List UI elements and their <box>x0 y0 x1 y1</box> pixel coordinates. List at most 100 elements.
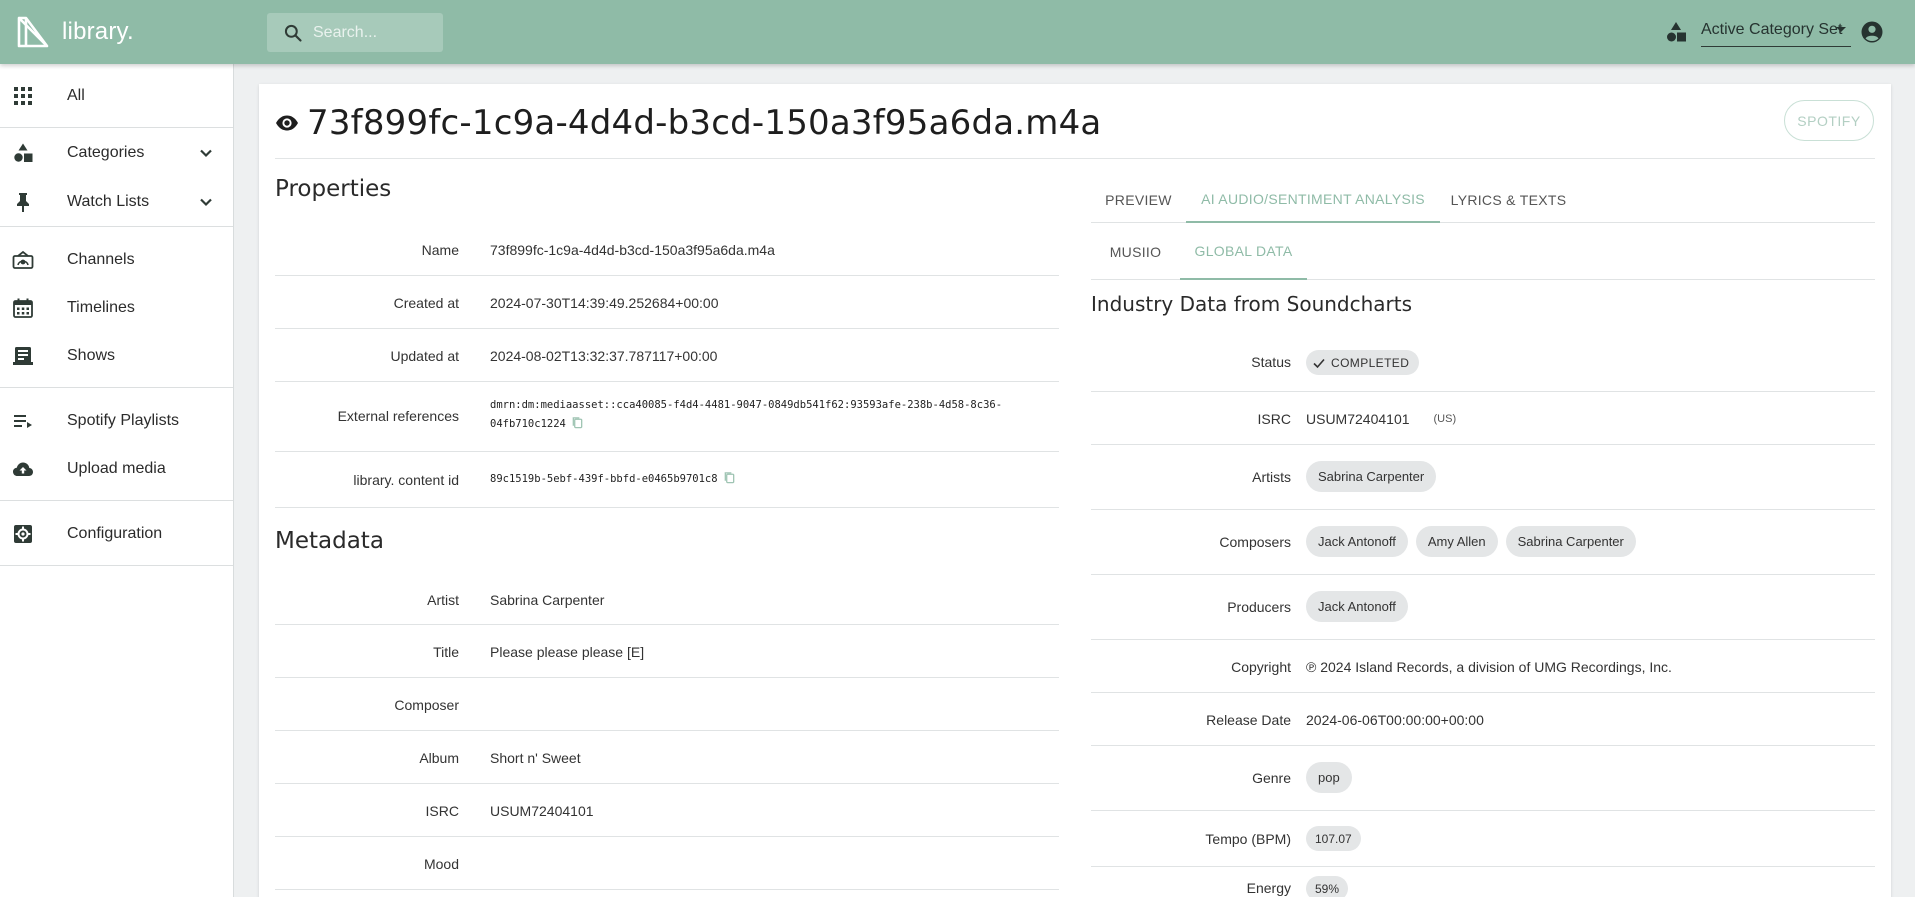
sidebar-divider <box>0 565 233 566</box>
property-row-external-references: External references dmrn:dm:mediaasset::… <box>275 382 1059 452</box>
search-box[interactable] <box>267 13 443 52</box>
industry-label: Artists <box>1252 469 1291 485</box>
sidebar-item-label: Channels <box>67 251 135 268</box>
industry-label: Tempo (BPM) <box>1205 831 1291 847</box>
industry-value: pop <box>1306 762 1360 793</box>
spotify-button[interactable]: SPOTIFY <box>1784 100 1874 141</box>
industry-label: Energy <box>1246 880 1291 896</box>
industry-value: COMPLETED <box>1306 350 1420 375</box>
copy-icon[interactable] <box>723 471 736 484</box>
sidebar-item-label: Watch Lists <box>67 193 150 210</box>
status-badge: COMPLETED <box>1306 350 1420 375</box>
sidebar-item-shows[interactable]: Shows <box>0 341 233 371</box>
metadata-row-isrc: ISRC USUM72404101 <box>275 784 1059 837</box>
composer-chip[interactable]: Sabrina Carpenter <box>1505 526 1636 557</box>
isrc-country: (US) <box>1433 413 1457 425</box>
industry-value: 59% <box>1306 876 1356 897</box>
sidebar-item-watch-lists[interactable]: Watch Lists <box>0 187 233 217</box>
chevron-down-icon[interactable] <box>198 145 214 161</box>
tempo-chip: 107.07 <box>1306 826 1361 851</box>
sidebar-item-configuration[interactable]: Configuration <box>0 519 233 549</box>
producer-chip[interactable]: Jack Antonoff <box>1306 591 1408 622</box>
logo[interactable]: library. <box>16 14 134 50</box>
industry-label: Status <box>1251 354 1291 370</box>
metadata-row-mood: Mood <box>275 837 1059 890</box>
external-reference-value: dmrn:dm:mediaasset::cca40085-f4d4-4481-9… <box>490 396 1002 434</box>
industry-value: ℗ 2024 Island Records, a division of UMG… <box>1306 659 1672 675</box>
channels-icon <box>12 249 34 271</box>
industry-label: Composers <box>1219 534 1291 550</box>
properties-heading: Properties <box>275 176 392 202</box>
metadata-heading: Metadata <box>275 528 384 554</box>
property-value: 73f899fc-1c9a-4d4d-b3cd-150a3f95a6da.m4a <box>490 242 775 258</box>
metadata-label: Composer <box>394 697 459 713</box>
industry-row-artists: Artists Sabrina Carpenter <box>1091 445 1875 510</box>
sidebar-item-label: Timelines <box>67 299 135 316</box>
industry-label: Producers <box>1227 599 1291 615</box>
sidebar-item-label: Configuration <box>67 525 163 542</box>
metadata-row-album: Album Short n' Sweet <box>275 731 1059 784</box>
property-label: Created at <box>393 295 459 311</box>
calendar-icon <box>12 297 34 319</box>
metadata-row-artist: Artist Sabrina Carpenter <box>275 572 1059 625</box>
eye-icon[interactable] <box>275 111 299 135</box>
category-shapes-icon[interactable] <box>1664 20 1688 44</box>
external-reference-line: 04fb710c1224 <box>490 415 1002 434</box>
industry-label: Release Date <box>1206 712 1291 728</box>
property-value: 2024-08-02T13:32:37.787117+00:00 <box>490 348 718 364</box>
industry-value: Jack Antonoff Amy Allen Sabrina Carpente… <box>1306 526 1644 557</box>
asset-detail-card: 73f899fc-1c9a-4d4d-b3cd-150a3f95a6da.m4a… <box>259 84 1891 897</box>
sidebar-divider <box>0 127 233 128</box>
cloud-upload-icon <box>12 458 34 480</box>
sidebar-item-label: Shows <box>67 347 116 364</box>
artist-chip[interactable]: Sabrina Carpenter <box>1306 461 1437 492</box>
energy-chip: 59% <box>1306 876 1349 897</box>
analysis-tabs: PREVIEW AI AUDIO/SENTIMENT ANALYSIS LYRI… <box>1091 176 1875 223</box>
chevron-down-icon[interactable] <box>198 194 214 210</box>
tab-ai-audio-sentiment-analysis[interactable]: AI AUDIO/SENTIMENT ANALYSIS <box>1186 176 1440 223</box>
industry-row-copyright: Copyright ℗ 2024 Island Records, a divis… <box>1091 640 1875 693</box>
composer-chip[interactable]: Jack Antonoff <box>1306 526 1408 557</box>
property-label: External references <box>337 408 459 424</box>
sidebar-item-all[interactable]: All <box>0 82 233 110</box>
metadata-label: Artist <box>427 592 459 608</box>
data-source-subtabs: MUSIIO GLOBAL DATA <box>1091 223 1875 280</box>
logo-text: library. <box>62 18 134 45</box>
account-icon[interactable] <box>1860 20 1884 44</box>
industry-value: 2024-06-06T00:00:00+00:00 <box>1306 712 1484 728</box>
property-row-content-id: library. content id 89c1519b-5ebf-439f-b… <box>275 452 1059 508</box>
genre-chip[interactable]: pop <box>1306 762 1352 793</box>
sidebar-item-spotify-playlists[interactable]: Spotify Playlists <box>0 406 233 436</box>
tab-global-data[interactable]: GLOBAL DATA <box>1180 223 1307 280</box>
chevron-down-icon[interactable] <box>1836 27 1846 32</box>
tab-lyrics-texts[interactable]: LYRICS & TEXTS <box>1440 176 1577 223</box>
metadata-row-title: Title Please please please [E] <box>275 625 1059 678</box>
metadata-label: Album <box>419 750 459 766</box>
tab-musiio[interactable]: MUSIIO <box>1091 223 1180 280</box>
metadata-row-composer: Composer <box>275 678 1059 731</box>
property-label: Name <box>421 242 459 258</box>
tab-preview[interactable]: PREVIEW <box>1091 176 1186 223</box>
industry-label: ISRC <box>1257 411 1291 427</box>
sidebar-item-upload-media[interactable]: Upload media <box>0 454 233 484</box>
copy-icon[interactable] <box>571 416 584 429</box>
search-input[interactable] <box>313 23 433 42</box>
industry-data-heading: Industry Data from Soundcharts <box>1091 292 1413 316</box>
industry-value: 107.07 <box>1306 826 1369 851</box>
sidebar-item-label: Categories <box>67 144 145 161</box>
composer-chip[interactable]: Amy Allen <box>1415 526 1498 557</box>
metadata-label: Mood <box>423 856 459 872</box>
sidebar-item-categories[interactable]: Categories <box>0 138 233 168</box>
sidebar-item-timelines[interactable]: Timelines <box>0 293 233 323</box>
industry-row-producers: Producers Jack Antonoff <box>1091 575 1875 640</box>
top-app-bar: library. Active Category Set <box>0 0 1915 64</box>
industry-value: USUM72404101 (US) <box>1306 411 1456 427</box>
industry-row-tempo: Tempo (BPM) 107.07 <box>1091 811 1875 867</box>
sidebar-divider <box>0 226 233 227</box>
industry-label: Copyright <box>1231 659 1291 675</box>
active-category-set-select[interactable]: Active Category Set <box>1701 17 1851 47</box>
industry-row-energy: Energy 59% <box>1091 867 1875 897</box>
industry-row-isrc: ISRC USUM72404101 (US) <box>1091 392 1875 445</box>
property-value: 2024-07-30T14:39:49.252684+00:00 <box>490 295 719 311</box>
sidebar-item-channels[interactable]: Channels <box>0 245 233 275</box>
